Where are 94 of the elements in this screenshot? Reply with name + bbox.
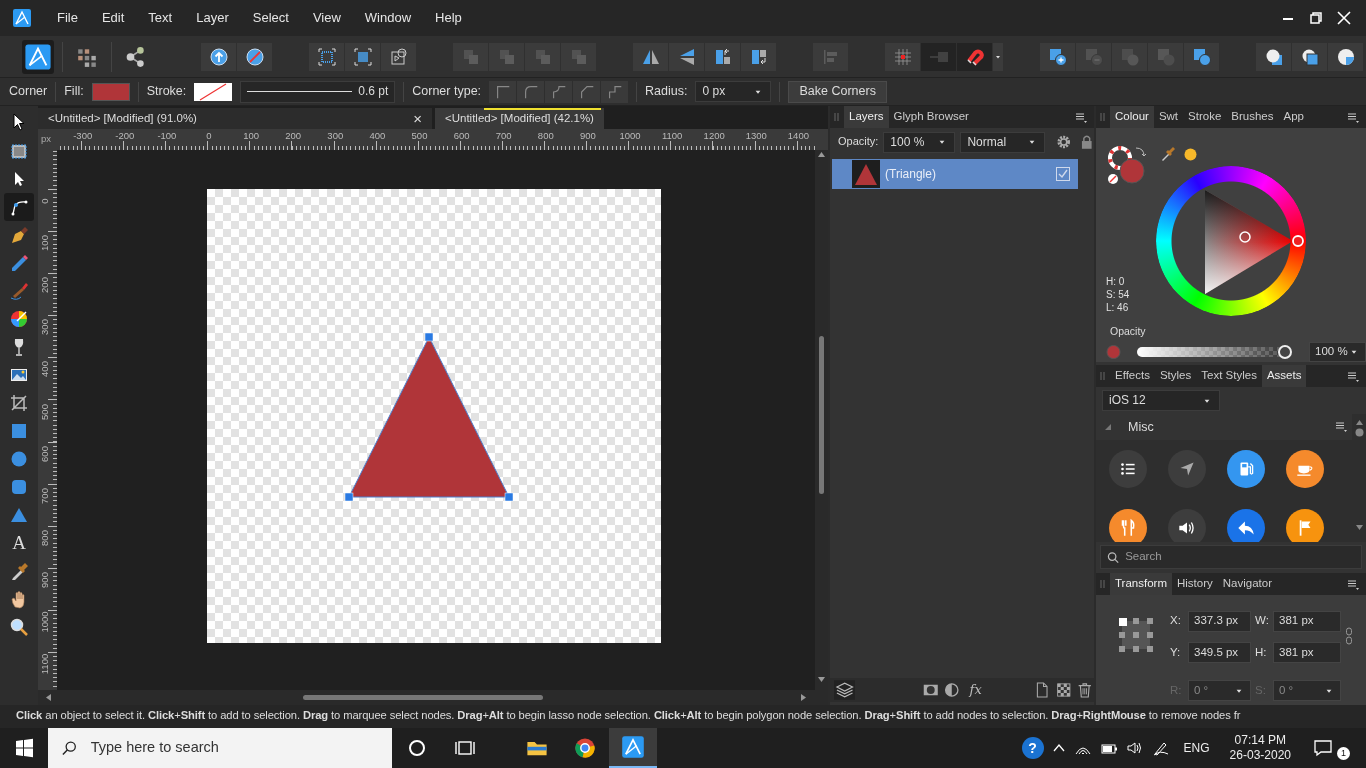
ruler-label: 600 (39, 445, 51, 462)
corner-type-label: Corner type: (412, 84, 482, 99)
panel-tab[interactable]: Transform (1110, 573, 1172, 595)
transform-field[interactable]: 381 px (1273, 610, 1341, 632)
opacity-label: Opacity: (838, 135, 879, 149)
menu-item[interactable]: Layer (184, 0, 241, 36)
field-label: H: (1255, 646, 1268, 660)
hsl-value: S: 54 (1106, 288, 1131, 301)
ruler-label: 500 (411, 130, 428, 142)
panel-tab[interactable]: Stroke (1183, 106, 1227, 128)
document-tab[interactable]: <Untitled> [Modified] (42.1%) (435, 108, 604, 129)
ruler-label: 200 (285, 130, 302, 142)
transform-field[interactable]: 349.5 px (1188, 642, 1251, 664)
search-box[interactable]: Search (1100, 545, 1362, 569)
hsl-value: L: 46 (1106, 301, 1130, 314)
panel-tab[interactable]: Brushes (1226, 106, 1279, 128)
field-label: W: (1255, 614, 1269, 629)
ruler-label: 500 (39, 403, 51, 420)
panel-tab[interactable]: Assets (1261, 365, 1307, 387)
field-label: X: (1170, 614, 1182, 629)
ruler-label: 0 (206, 130, 212, 142)
clock-date[interactable]: 26-03-2020 (1229, 748, 1291, 763)
ruler-label: 700 (39, 487, 51, 504)
radius-dropdown[interactable]: 0 px (695, 81, 772, 102)
panel-tab[interactable]: Styles (1154, 365, 1197, 387)
ruler-label: 300 (39, 319, 51, 336)
ruler-label: 900 (579, 130, 596, 142)
ruler-label: 1000 (39, 611, 51, 633)
status-hint: Click an object to select it. Click+Shift to add to selection. Drag to marquee select nodes. Drag+Alt to begin lasso node selection. Click+Alt to begin polygon node selection. Drag+Shift to add nodes to selection. Drag+RightMouse to remove nodes fr (0, 705, 1366, 728)
language-indicator[interactable]: ENG (1183, 740, 1210, 756)
ruler-label: 1200 (703, 130, 725, 142)
opacity-field[interactable]: 100 % (1309, 341, 1366, 362)
menu-item[interactable]: Text (136, 0, 185, 36)
ruler-label: -300 (73, 130, 93, 142)
menu-item[interactable]: View (300, 0, 353, 36)
hsl-value: H: 0 (1106, 275, 1126, 288)
stroke-label: Stroke: (146, 84, 187, 99)
menu-item[interactable]: File (45, 0, 90, 36)
ruler-label: 900 (39, 571, 51, 588)
ruler-label: 200 (39, 277, 51, 294)
ruler-label: -200 (115, 130, 135, 142)
panel-tab[interactable]: Effects (1110, 365, 1155, 387)
ruler-label: 100 (243, 130, 259, 142)
ruler-label: 400 (39, 361, 51, 378)
ruler-label: 0 (39, 198, 51, 204)
ruler-label: 1400 (787, 130, 809, 142)
ruler-label: 300 (327, 130, 344, 142)
opacity-label: Opacity (1110, 325, 1147, 338)
text-tool[interactable]: A (4, 529, 34, 557)
asset-set-dropdown[interactable]: iOS 12 (1102, 390, 1220, 411)
panel-tab[interactable]: Swt (1153, 106, 1184, 128)
panel-tab[interactable]: Colour (1110, 106, 1154, 128)
menu-item[interactable]: Select (240, 0, 301, 36)
clock-time[interactable]: 07:14 PM (1229, 733, 1291, 748)
ruler-label: 600 (453, 130, 470, 142)
menu-item[interactable]: Window (352, 0, 424, 36)
category-title: Misc (1128, 419, 1154, 435)
field-label: Y: (1170, 646, 1182, 660)
tool-name: Corner (9, 84, 48, 99)
panel-tab[interactable]: App (1278, 106, 1309, 128)
panel-tab[interactable]: Layers (844, 106, 889, 128)
ruler-label: 700 (495, 130, 512, 142)
panel-tab[interactable]: Glyph Browser (888, 106, 974, 128)
ruler-unit: px (41, 133, 52, 144)
document-tab[interactable]: <Untitled> [Modified] (91.0%) × (38, 108, 432, 129)
ruler-label: 100 (39, 235, 51, 251)
notification-count: 1 (1337, 747, 1350, 760)
blend-mode-dropdown[interactable]: Normal (960, 131, 1045, 153)
ruler-label: 1000 (619, 130, 641, 142)
taskbar-search-field[interactable]: Type here to search (88, 738, 392, 758)
transform-field[interactable]: 337.3 px (1188, 610, 1251, 632)
asset-search-field[interactable]: Search (1123, 549, 1361, 565)
taskbar-search-box[interactable]: Type here to search (48, 728, 392, 768)
help-icon[interactable]: ? (1021, 737, 1044, 759)
ruler-label: 400 (369, 130, 386, 142)
layer-name: (Triangle) (885, 166, 937, 182)
opacity-dropdown[interactable]: 100 % (883, 131, 956, 153)
bake-corners-button[interactable]: Bake Corners (788, 80, 887, 103)
ruler-label: 1300 (745, 130, 767, 142)
ruler-label: 800 (537, 130, 554, 142)
stroke-width-field[interactable]: 0.6 pt (240, 80, 396, 103)
radius-label: Radius: (645, 84, 688, 99)
fill-label: Fill: (64, 84, 84, 99)
menu-item[interactable]: Edit (89, 0, 137, 36)
panel-tab[interactable]: Navigator (1217, 573, 1277, 595)
ruler-label: 1100 (39, 653, 51, 675)
transform-field[interactable]: 381 px (1273, 642, 1341, 664)
ruler-label: 1100 (661, 130, 683, 142)
ruler-label: -100 (157, 130, 177, 142)
menu-item[interactable]: Help (423, 0, 474, 36)
panel-tab[interactable]: History (1172, 573, 1218, 595)
ruler-label: 800 (39, 529, 51, 546)
effects-button[interactable]: fx (964, 682, 987, 698)
panel-tab[interactable]: Text Styles (1196, 365, 1262, 387)
